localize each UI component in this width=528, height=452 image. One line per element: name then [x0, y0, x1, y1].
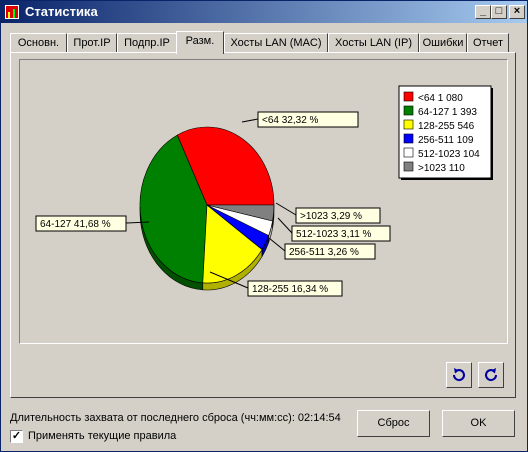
window-title: Статистика — [25, 4, 98, 19]
refresh-icon — [452, 368, 465, 382]
tab-strip: Основн. Прот.IP Подпр.IP Разм. Хосты LAN… — [10, 31, 520, 54]
legend-swatch-64-127 — [403, 105, 414, 116]
legend-item-512-1023: 512-1023 104 — [418, 149, 480, 160]
tab-ip-subprotocols[interactable]: Подпр.IP — [117, 33, 177, 53]
data-label-256-511: 256-511 3,26 % — [289, 247, 359, 258]
legend-item-128-255: 128-255 546 — [418, 121, 475, 132]
tab-basic[interactable]: Основн. — [10, 33, 67, 53]
refresh-button[interactable] — [446, 362, 472, 388]
refresh-ccw-icon — [485, 368, 498, 382]
tab-lan-hosts-mac[interactable]: Хосты LAN (MAC) — [224, 33, 328, 53]
legend-item-256-511: 256-511 109 — [418, 135, 474, 146]
data-label-leader — [277, 217, 293, 234]
legend-item->1023: >1023 110 — [418, 163, 465, 174]
tab-errors[interactable]: Ошибки — [419, 33, 467, 53]
data-label-128-255: 128-255 16,34 % — [252, 284, 328, 295]
legend-swatch-256-511 — [403, 133, 414, 144]
title-bar[interactable]: Статистика _ □ × — [1, 1, 527, 23]
reset-button[interactable]: Сброс — [357, 410, 430, 437]
tab-lan-hosts-ip[interactable]: Хосты LAN (IP) — [328, 33, 419, 53]
legend-item-64-127: 64-127 1 393 — [418, 107, 477, 118]
data-label-leader — [275, 202, 297, 216]
legend-swatch->1023 — [403, 161, 414, 172]
legend-item-<64: <64 1 080 — [418, 93, 463, 104]
minimize-icon: _ — [479, 5, 487, 17]
chart-area: <64 32,32 % 64-127 41,68 % 128-255 16,34 %… — [19, 59, 508, 344]
apply-rules-label: Применять текущие правила — [28, 430, 177, 442]
ok-button[interactable]: OK — [442, 410, 515, 437]
close-icon: × — [513, 5, 521, 17]
data-label-leader — [241, 118, 259, 123]
legend-swatch-<64 — [403, 91, 414, 102]
maximize-button[interactable]: □ — [491, 5, 507, 19]
pie-chart: <64 32,32 % 64-127 41,68 % 128-255 16,34 %… — [35, 85, 493, 297]
data-label-512-1023: 512-1023 3,11 % — [296, 229, 372, 240]
capture-duration-text: Длительность захвата от последнего сброс… — [10, 412, 341, 424]
data-label-<64: <64 32,32 % — [262, 115, 319, 126]
close-button[interactable]: × — [509, 5, 525, 19]
data-label->1023: >1023 3,29 % — [300, 211, 362, 222]
legend-swatch-512-1023 — [403, 147, 414, 158]
tab-report[interactable]: Отчет — [467, 33, 509, 53]
app-icon — [5, 5, 19, 19]
maximize-icon: □ — [495, 5, 503, 17]
refresh-ccw-button[interactable] — [478, 362, 504, 388]
tab-sizes[interactable]: Разм. — [176, 31, 224, 54]
legend-swatch-128-255 — [403, 119, 414, 130]
data-label-leader — [268, 237, 286, 252]
tab-ip-protocols[interactable]: Прот.IP — [67, 33, 117, 53]
minimize-button[interactable]: _ — [475, 5, 491, 19]
apply-rules-checkbox[interactable]: ✓ — [10, 430, 23, 443]
data-label-64-127: 64-127 41,68 % — [40, 219, 111, 230]
